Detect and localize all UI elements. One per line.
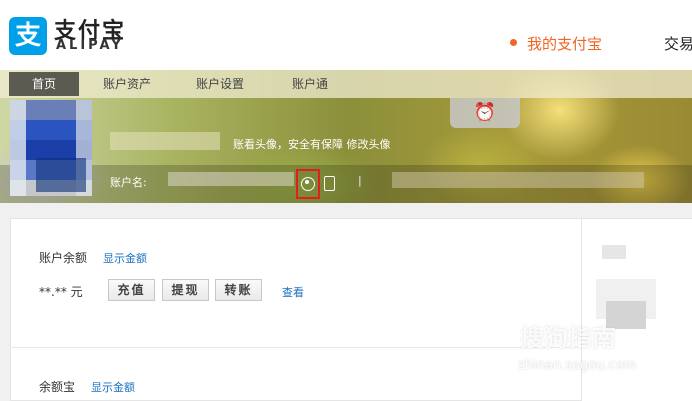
withdraw-button[interactable]: 提现 <box>162 279 209 301</box>
nav-trade[interactable]: 交易 <box>664 33 692 54</box>
username-blurred <box>110 132 220 150</box>
view-link[interactable]: 查看 <box>282 284 304 300</box>
recharge-button[interactable]: 充值 <box>108 279 155 301</box>
brand-name-en: ALIPAY <box>56 38 124 53</box>
avatar-tip[interactable]: 账看头像，安全有保障 修改头像 <box>233 136 391 152</box>
profile-banner: 首页 账户资产 账户设置 账户通 账看头像，安全有保障 修改头像 ⏰ 账户名: … <box>0 70 692 203</box>
side-card <box>582 218 692 401</box>
blurred-block <box>602 245 626 259</box>
alarm-clock-icon[interactable]: ⏰ <box>450 98 520 128</box>
sub-nav: 首页 账户资产 账户设置 账户通 <box>0 70 692 98</box>
phone-icon[interactable] <box>324 176 335 191</box>
transfer-button[interactable]: 转账 <box>215 279 262 301</box>
card-divider <box>11 347 581 348</box>
account-name-blurred <box>168 172 294 186</box>
avatar-pixel-block <box>36 158 86 192</box>
separator: | <box>358 174 362 187</box>
tab-account-pass[interactable]: 账户通 <box>292 75 328 92</box>
tab-account-assets[interactable]: 账户资产 <box>103 75 151 92</box>
person-glyph <box>301 177 315 191</box>
account-name-label: 账户名: <box>110 176 147 189</box>
tab-home[interactable]: 首页 <box>9 72 79 96</box>
balance-label: 账户余额 <box>39 251 88 265</box>
nav-my-alipay-label: 我的支付宝 <box>527 35 603 53</box>
avatar[interactable] <box>10 100 92 196</box>
watermark-url: zhinan.sogou.com <box>518 358 637 373</box>
top-header: 支 支付宝 ALIPAY 我的支付宝 交易 <box>0 0 692 71</box>
nav-my-alipay[interactable]: 我的支付宝 <box>510 33 602 54</box>
watermark-logo: 搜狗指南 <box>520 324 616 352</box>
account-info-blurred <box>392 172 644 188</box>
balance-amount: **.** 元 <box>39 285 83 299</box>
asset-card: 账户余额 显示金额 **.** 元 充值 提现 转账 查看 余额宝 显示金额 <box>10 218 582 401</box>
person-icon[interactable] <box>296 169 320 199</box>
alipay-logo-icon[interactable]: 支 <box>9 17 47 55</box>
tab-account-settings[interactable]: 账户设置 <box>196 75 244 92</box>
balance-show-amount-link[interactable]: 显示金额 <box>103 250 147 266</box>
yuebao-show-amount-link[interactable]: 显示金额 <box>91 379 135 395</box>
active-dot-icon <box>510 39 517 46</box>
yuebao-label: 余额宝 <box>39 380 76 394</box>
